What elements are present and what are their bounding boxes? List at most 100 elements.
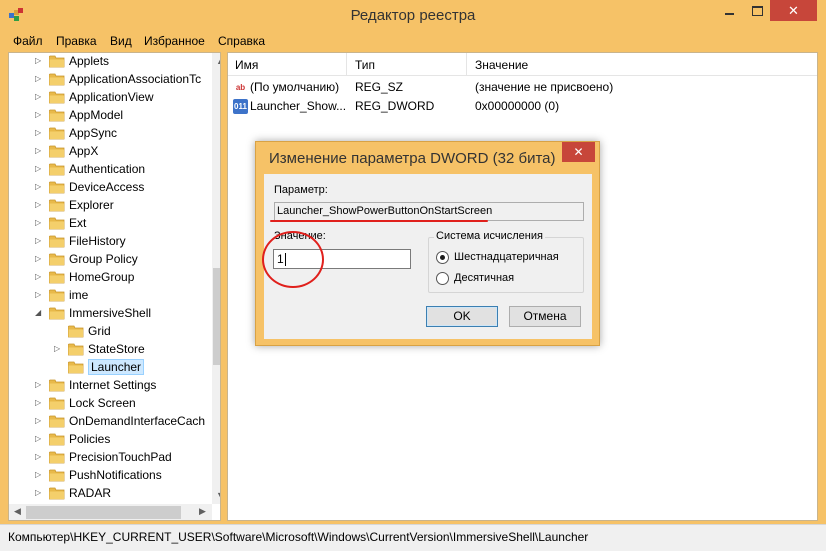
menu-help[interactable]: Справка: [218, 34, 265, 48]
collapse-arrow-icon[interactable]: ◢: [35, 308, 41, 317]
close-button[interactable]: ✕: [770, 0, 817, 21]
expand-arrow-icon[interactable]: ▷: [35, 254, 41, 263]
tree-item[interactable]: ▷ AppX: [9, 143, 209, 161]
expand-arrow-icon[interactable]: ▷: [35, 488, 41, 497]
tree-item[interactable]: ▷ Internet Settings: [9, 377, 209, 395]
tree-item[interactable]: ▷ Authentication: [9, 161, 209, 179]
tree-item-label[interactable]: Explorer: [69, 198, 114, 212]
dialog-close-button[interactable]: ✕: [562, 142, 595, 162]
column-header-type[interactable]: Тип: [355, 58, 375, 72]
tree-item[interactable]: ▷ StateStore: [9, 341, 209, 359]
tree-item-label[interactable]: Lock Screen: [69, 396, 136, 410]
expand-arrow-icon[interactable]: ▷: [35, 110, 41, 119]
column-header-value[interactable]: Значение: [475, 58, 528, 72]
tree-item[interactable]: ▷ ime: [9, 287, 209, 305]
radio-hexadecimal[interactable]: Шестнадцатеричная: [436, 251, 559, 265]
tree-item[interactable]: ▷ ApplicationAssociationTc: [9, 71, 209, 89]
cancel-button[interactable]: Отмена: [509, 306, 581, 327]
scroll-left-icon[interactable]: ◀: [14, 506, 21, 517]
expand-arrow-icon[interactable]: ▷: [54, 344, 60, 353]
tree-item-label[interactable]: AppX: [69, 144, 98, 158]
tree-item[interactable]: ▷ Applets: [9, 53, 209, 71]
expand-arrow-icon[interactable]: ▷: [35, 272, 41, 281]
expand-arrow-icon[interactable]: ▷: [35, 128, 41, 137]
expand-arrow-icon[interactable]: ▷: [35, 218, 41, 227]
tree-item[interactable]: ▷ AppSync: [9, 125, 209, 143]
tree-item-label[interactable]: FileHistory: [69, 234, 126, 248]
expand-arrow-icon[interactable]: ▷: [35, 236, 41, 245]
tree-item-label[interactable]: Ext: [69, 216, 86, 230]
expand-arrow-icon[interactable]: ▷: [35, 200, 41, 209]
value-row-launcher[interactable]: 011 Launcher_Show... REG_DWORD 0x0000000…: [228, 97, 817, 116]
menu-favorites[interactable]: Избранное: [144, 34, 205, 48]
column-divider[interactable]: [346, 53, 347, 76]
tree-item[interactable]: ◢ ImmersiveShell: [9, 305, 209, 323]
registry-tree-pane[interactable]: ▷ RADAR ▷ PushNotifications ▷ PrecisionTouchP…: [8, 52, 221, 521]
tree-item-label[interactable]: Internet Settings: [69, 378, 156, 392]
radio-hexadecimal-label[interactable]: Шестнадцатеричная: [454, 251, 559, 263]
expand-arrow-icon[interactable]: ▷: [35, 56, 41, 65]
tree-item-label[interactable]: ApplicationView: [69, 90, 154, 104]
tree-item[interactable]: Launcher: [9, 359, 209, 377]
expand-arrow-icon[interactable]: ▷: [35, 470, 41, 479]
tree-horizontal-scrollbar[interactable]: ◀ ▶: [9, 504, 212, 520]
tree-vertical-scrollbar[interactable]: ▲ ▼: [212, 53, 220, 504]
tree-item[interactable]: ▷ FileHistory: [9, 233, 209, 251]
tree-item-label[interactable]: OnDemandInterfaceCach: [69, 414, 205, 428]
ok-button[interactable]: OK: [426, 306, 498, 327]
tree-item-label[interactable]: Policies: [69, 432, 110, 446]
radio-decimal-label[interactable]: Десятичная: [454, 272, 514, 284]
tree-item[interactable]: Grid: [9, 323, 209, 341]
tree-item-label[interactable]: ApplicationAssociationTc: [69, 72, 201, 86]
menu-file[interactable]: Файл: [13, 34, 43, 48]
tree-item-label[interactable]: HomeGroup: [69, 270, 134, 284]
expand-arrow-icon[interactable]: ▷: [35, 74, 41, 83]
expand-arrow-icon[interactable]: ▷: [35, 416, 41, 425]
scroll-right-icon[interactable]: ▶: [199, 506, 206, 517]
radio-selected-icon[interactable]: [436, 251, 449, 264]
radio-unselected-icon[interactable]: [436, 272, 449, 285]
tree-item-label[interactable]: StateStore: [88, 342, 145, 356]
tree-item[interactable]: ▷ Policies: [9, 431, 209, 449]
tree-item-label[interactable]: RADAR: [69, 486, 111, 500]
menu-view[interactable]: Вид: [110, 34, 132, 48]
tree-item[interactable]: ▷ Explorer: [9, 197, 209, 215]
tree-item-label[interactable]: Launcher: [88, 359, 145, 375]
menu-edit[interactable]: Правка: [56, 34, 97, 48]
tree-horizontal-scroll-thumb[interactable]: [26, 506, 181, 519]
expand-arrow-icon[interactable]: ▷: [35, 290, 41, 299]
expand-arrow-icon[interactable]: ▷: [35, 182, 41, 191]
tree-item-label[interactable]: DeviceAccess: [69, 180, 144, 194]
tree-item-label[interactable]: Group Policy: [69, 252, 138, 266]
tree-item-label[interactable]: PrecisionTouchPad: [69, 450, 172, 464]
maximize-button[interactable]: [743, 0, 770, 21]
tree-item[interactable]: ▷ RADAR: [9, 485, 209, 503]
tree-item-label[interactable]: ImmersiveShell: [69, 306, 151, 320]
column-divider[interactable]: [466, 53, 467, 76]
tree-item[interactable]: ▷ OnDemandInterfaceCach: [9, 413, 209, 431]
tree-item[interactable]: ▷ PrecisionTouchPad: [9, 449, 209, 467]
tree-item-label[interactable]: AppModel: [69, 108, 123, 122]
radio-decimal[interactable]: Десятичная: [436, 272, 556, 286]
scroll-down-icon[interactable]: ▼: [216, 490, 220, 500]
tree-item-label[interactable]: Grid: [88, 324, 111, 338]
tree-item[interactable]: ▷ HomeGroup: [9, 269, 209, 287]
minimize-button[interactable]: [716, 0, 743, 21]
expand-arrow-icon[interactable]: ▷: [35, 92, 41, 101]
expand-arrow-icon[interactable]: ▷: [35, 398, 41, 407]
tree-item-label[interactable]: Authentication: [69, 162, 145, 176]
expand-arrow-icon[interactable]: ▷: [35, 434, 41, 443]
expand-arrow-icon[interactable]: ▷: [35, 146, 41, 155]
tree-item-label[interactable]: ime: [69, 288, 88, 302]
tree-item[interactable]: ▷ AppModel: [9, 107, 209, 125]
tree-item[interactable]: ▷ ApplicationView: [9, 89, 209, 107]
tree-vertical-scroll-thumb[interactable]: [213, 268, 220, 365]
tree-item-label[interactable]: PushNotifications: [69, 468, 162, 482]
tree-item-label[interactable]: Applets: [69, 54, 109, 68]
scroll-up-icon[interactable]: ▲: [216, 56, 220, 66]
tree-item[interactable]: ▷ DeviceAccess: [9, 179, 209, 197]
tree-item-label[interactable]: AppSync: [69, 126, 117, 140]
tree-item[interactable]: ▷ Lock Screen: [9, 395, 209, 413]
tree-item[interactable]: ▷ Group Policy: [9, 251, 209, 269]
tree-item[interactable]: ▷ PushNotifications: [9, 467, 209, 485]
